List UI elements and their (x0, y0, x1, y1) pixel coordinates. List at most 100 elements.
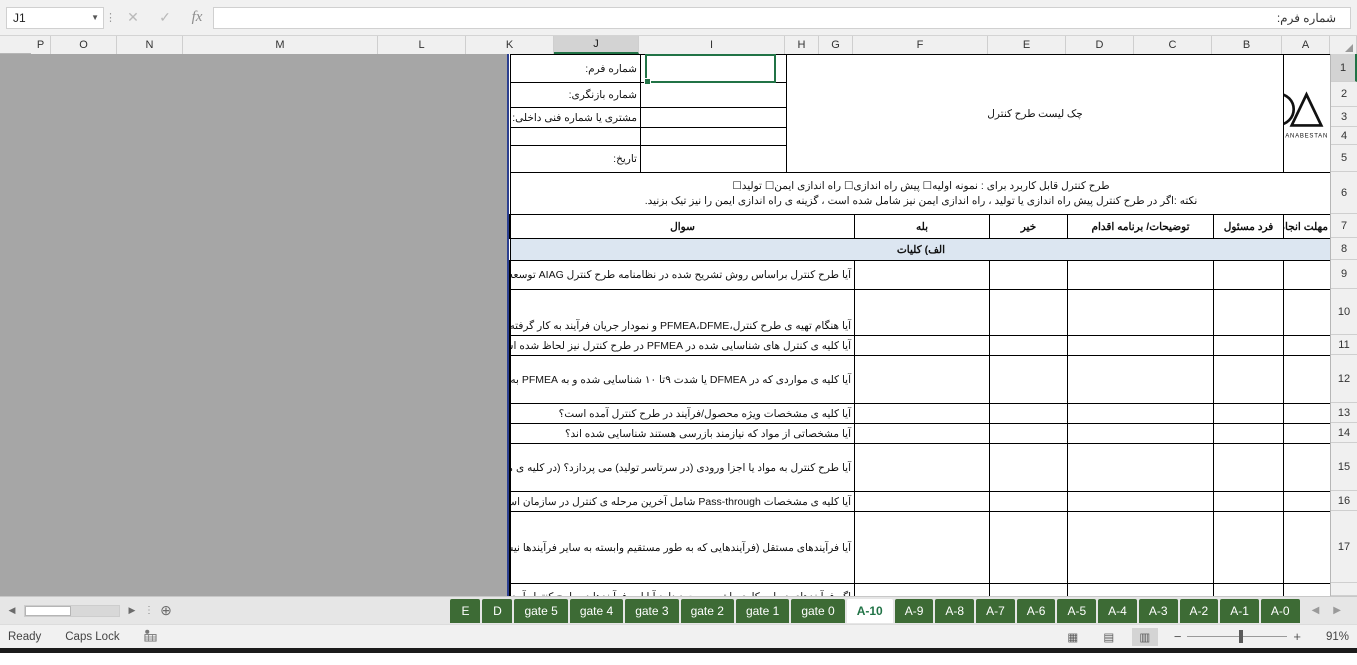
q7-due[interactable] (1284, 492, 1331, 512)
q1-yes[interactable] (855, 290, 990, 336)
q8-no[interactable] (990, 512, 1068, 584)
q6-text[interactable]: آیا طرح کنترل به مواد یا اجزا ورودی (در … (510, 444, 854, 492)
row-header-1[interactable]: 1 (1331, 54, 1357, 82)
row-header-17[interactable]: 17 (1331, 511, 1357, 583)
row-header-10[interactable]: 10 (1331, 289, 1357, 335)
form-field-value-3[interactable] (640, 128, 786, 146)
sheet-tab-a3[interactable]: A-3 (1139, 599, 1178, 623)
q0-due[interactable] (1284, 261, 1331, 290)
q5-notes[interactable] (1068, 424, 1214, 444)
column-header-N[interactable]: N (117, 36, 183, 54)
q0-owner[interactable] (1214, 261, 1284, 290)
cancel-entry-icon[interactable]: ✕ (117, 7, 149, 29)
row-header-16[interactable]: 16 (1331, 491, 1357, 511)
q8-yes[interactable] (855, 512, 990, 584)
q9-owner[interactable] (1214, 584, 1284, 597)
tab-split-handle[interactable]: ⋮ (144, 605, 155, 616)
q5-yes[interactable] (855, 424, 990, 444)
formula-input[interactable]: شماره فرم: (213, 7, 1351, 29)
q3-owner[interactable] (1214, 356, 1284, 404)
q8-text[interactable]: آیا فرآیندهای مستقل (فرآیندهایی که به طو… (510, 512, 854, 584)
q6-owner[interactable] (1214, 444, 1284, 492)
normal-view-button[interactable]: ▦ (1060, 628, 1086, 646)
q8-notes[interactable] (1068, 512, 1214, 584)
sheet-tab-gate3[interactable]: gate 3 (625, 599, 678, 623)
q1-due[interactable] (1284, 290, 1331, 336)
q4-owner[interactable] (1214, 404, 1284, 424)
sheet-tab-a8[interactable]: A-8 (935, 599, 974, 623)
insert-function-icon[interactable]: fx (181, 7, 213, 29)
column-header-O[interactable]: O (51, 36, 117, 54)
row-header-11[interactable]: 11 (1331, 335, 1357, 355)
sheet-tab-e[interactable]: E (450, 599, 480, 623)
row-header-9[interactable]: 9 (1331, 260, 1357, 289)
q3-text[interactable]: آیا کلیه ی مواردی که در DFMEA یا شدت ۹تا… (510, 356, 854, 404)
q5-text[interactable]: آیا مشخصاتی از مواد که نیازمند بازرسی هس… (510, 424, 854, 444)
q7-text[interactable]: آیا کلیه ی مشخصات Pass-through شامل آخری… (510, 492, 854, 512)
q9-text[interactable]: اگر فرآیندهای دوباره کاری یا تعمیر وجود … (510, 584, 854, 597)
column-header-C[interactable]: C (1134, 36, 1212, 54)
q9-yes[interactable] (855, 584, 990, 597)
name-box[interactable]: J1 ▼ (6, 7, 104, 29)
sheet-tab-d[interactable]: D (482, 599, 512, 623)
column-header-A[interactable]: A (1282, 36, 1330, 54)
zoom-slider[interactable]: − + (1174, 629, 1301, 644)
q4-yes[interactable] (855, 404, 990, 424)
row-header-3[interactable]: 3 (1331, 107, 1357, 127)
q2-due[interactable] (1284, 336, 1331, 356)
column-header-M[interactable]: M (183, 36, 378, 54)
sheet-tab-a2[interactable]: A-2 (1180, 599, 1219, 623)
row-header-14[interactable]: 14 (1331, 423, 1357, 443)
q0-notes[interactable] (1068, 261, 1214, 290)
q4-due[interactable] (1284, 404, 1331, 424)
q3-yes[interactable] (855, 356, 990, 404)
column-header-D[interactable]: D (1066, 36, 1134, 54)
record-macro-icon[interactable] (144, 629, 157, 645)
q4-text[interactable]: آیا کلیه ی مشخصات ویژه محصول/فرآیند در ط… (510, 404, 854, 424)
tab-nav-next-icon[interactable]: ▶ (1333, 605, 1341, 616)
q2-owner[interactable] (1214, 336, 1284, 356)
q4-notes[interactable] (1068, 404, 1214, 424)
q7-no[interactable] (990, 492, 1068, 512)
column-header-F[interactable]: F (853, 36, 988, 54)
chevron-down-icon[interactable]: ▼ (91, 13, 99, 22)
q1-text[interactable]: آیا هنگام تهیه ی طرح کنترل،PFMEA،DFME و … (510, 290, 854, 336)
q7-yes[interactable] (855, 492, 990, 512)
q7-notes[interactable] (1068, 492, 1214, 512)
sheet-canvas[interactable]: PARSIMA ANABESTANI چک لیست طرح کنترل شما… (0, 54, 1330, 596)
q3-no[interactable] (990, 356, 1068, 404)
sheet-tab-gate2[interactable]: gate 2 (681, 599, 734, 623)
q4-no[interactable] (990, 404, 1068, 424)
q2-text[interactable]: آیا کلیه ی کنترل های شناسایی شده در PFME… (510, 336, 854, 356)
column-header-E[interactable]: E (988, 36, 1066, 54)
q0-text[interactable]: آیا طرح کنترل براساس روش تشریح شده در نظ… (510, 261, 854, 290)
sheet-tab-gate0[interactable]: gate 0 (791, 599, 844, 623)
row-header-4[interactable]: 4 (1331, 127, 1357, 145)
sheet-tab-a5[interactable]: A-5 (1057, 599, 1096, 623)
q0-no[interactable] (990, 261, 1068, 290)
row-header-2[interactable]: 2 (1331, 82, 1357, 107)
column-header-H[interactable]: H (785, 36, 819, 54)
form-field-value-1[interactable] (640, 83, 786, 108)
sheet-tab-a4[interactable]: A-4 (1098, 599, 1137, 623)
column-header-L[interactable]: L (378, 36, 466, 54)
form-field-value-4[interactable] (640, 146, 786, 173)
q1-owner[interactable] (1214, 290, 1284, 336)
zoom-track[interactable] (1187, 636, 1287, 637)
sheet-tab-a1[interactable]: A-1 (1220, 599, 1259, 623)
q5-owner[interactable] (1214, 424, 1284, 444)
q2-notes[interactable] (1068, 336, 1214, 356)
zoom-handle[interactable] (1239, 630, 1243, 643)
column-header-G[interactable]: G (819, 36, 853, 54)
q9-due[interactable] (1284, 584, 1331, 597)
q0-yes[interactable] (855, 261, 990, 290)
row-header-8[interactable]: 8 (1331, 238, 1357, 260)
form-field-value-2[interactable] (640, 108, 786, 128)
q2-yes[interactable] (855, 336, 990, 356)
sheet-tab-a9[interactable]: A-9 (895, 599, 934, 623)
row-header-12[interactable]: 12 (1331, 355, 1357, 403)
sheet-tab-a6[interactable]: A-6 (1017, 599, 1056, 623)
tab-nav-prev-icon[interactable]: ◀ (1312, 605, 1320, 616)
q9-no[interactable] (990, 584, 1068, 597)
column-header-P[interactable]: P (31, 36, 51, 54)
